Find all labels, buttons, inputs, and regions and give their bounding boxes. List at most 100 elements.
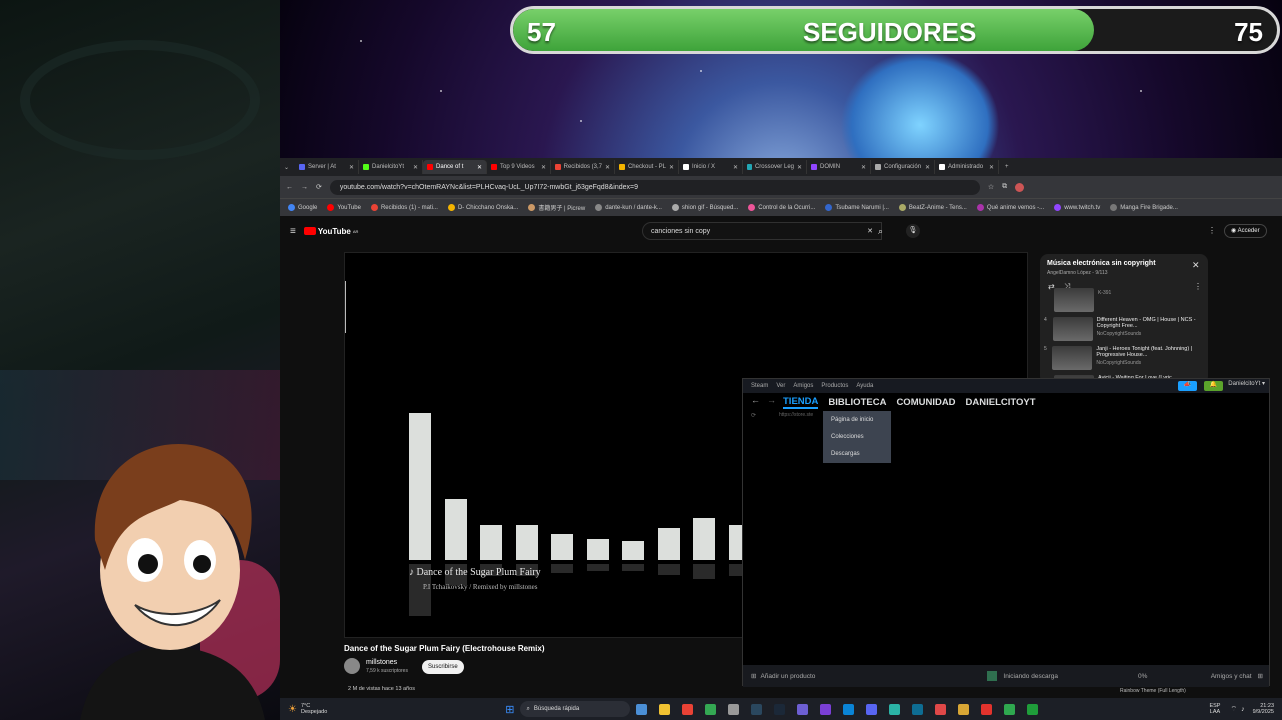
close-tab-icon[interactable]: ✕ bbox=[989, 164, 994, 171]
chrome-profile-icon[interactable] bbox=[705, 703, 717, 715]
download-status[interactable]: Iniciando descarga bbox=[1003, 673, 1058, 680]
bookmark-item[interactable]: www.twitch.tv bbox=[1054, 204, 1100, 211]
bookmark-item[interactable]: BeatZ-Anime - Tens... bbox=[898, 204, 967, 211]
signin-button[interactable]: ◉ Acceder bbox=[1224, 224, 1267, 238]
app-icon[interactable] bbox=[797, 703, 809, 715]
close-tab-icon[interactable]: ✕ bbox=[605, 164, 610, 171]
add-product-button[interactable]: Añadir un producto bbox=[760, 673, 815, 680]
browser-tab[interactable]: Top 9 Videos ✕ bbox=[487, 160, 552, 174]
obs-icon[interactable] bbox=[935, 703, 947, 715]
menu-icon[interactable]: ≡ bbox=[290, 226, 296, 237]
forward-icon[interactable]: → bbox=[767, 395, 776, 405]
close-tab-icon[interactable]: ✕ bbox=[413, 164, 418, 171]
chrome-alt-icon[interactable] bbox=[728, 703, 740, 715]
bookmark-item[interactable]: Recibidos (1) - mati... bbox=[370, 204, 438, 211]
back-icon[interactable]: ← bbox=[286, 184, 293, 191]
library-menu-item[interactable]: Descargas bbox=[823, 445, 891, 462]
bookmark-item[interactable]: D- Chicchano Onska... bbox=[447, 204, 518, 211]
library-menu-item[interactable]: Colecciones bbox=[823, 428, 891, 445]
bookmark-item[interactable]: dante-kun / dante-k... bbox=[595, 204, 662, 211]
bookmark-star-icon[interactable]: ☆ bbox=[988, 183, 994, 191]
weather-widget[interactable]: 7°C Despejado bbox=[301, 703, 327, 715]
subscribe-button[interactable]: Suscribirse bbox=[422, 660, 464, 674]
discord-icon[interactable] bbox=[866, 703, 878, 715]
steam-active-icon[interactable] bbox=[774, 703, 786, 715]
bookmark-item[interactable]: Control de la Ocurri... bbox=[748, 204, 815, 211]
channel-name[interactable]: millstones bbox=[366, 659, 397, 666]
close-tab-icon[interactable]: ✕ bbox=[925, 164, 930, 171]
close-tab-icon[interactable]: ✕ bbox=[733, 164, 738, 171]
steam-user[interactable]: DanielcitoYt ▾ bbox=[1228, 380, 1265, 387]
clear-search-icon[interactable]: ✕ bbox=[867, 227, 873, 235]
channel-avatar[interactable] bbox=[344, 658, 360, 674]
taskbar-search[interactable]: ⌕ Búsqueda rápida bbox=[520, 701, 631, 717]
browser-tab[interactable]: DanielcitoYt ✕ bbox=[359, 160, 424, 174]
playlist-item[interactable]: 4 Different Heaven - OMG | House | NCS - … bbox=[1044, 317, 1204, 344]
app2-icon[interactable] bbox=[958, 703, 970, 715]
steam-nav-danielcitoyt[interactable]: DANIELCITOYT bbox=[966, 397, 1036, 408]
wifi-icon[interactable]: ⌔ bbox=[1230, 705, 1237, 714]
bookmark-item[interactable]: 書籍男子 | Picrew bbox=[528, 203, 585, 212]
tab-list-icon[interactable]: ⌄ bbox=[284, 164, 289, 171]
chrome-icon[interactable] bbox=[682, 703, 694, 715]
broadcast-icon[interactable]: 📣 bbox=[1177, 381, 1197, 391]
start-icon[interactable]: ⊞ bbox=[505, 703, 514, 716]
close-tab-icon[interactable]: ✕ bbox=[861, 164, 866, 171]
clock[interactable]: 21:23 9/9/2025 bbox=[1253, 703, 1274, 715]
browser-tab[interactable]: DOMIN ✕ bbox=[807, 160, 872, 174]
steam-menu-productos[interactable]: Productos bbox=[821, 383, 848, 389]
browser-tab[interactable]: Configuración ✕ bbox=[871, 160, 936, 174]
bookmark-item[interactable]: shion gif - Búsqued... bbox=[671, 204, 738, 211]
browser-tab[interactable]: Dance of t ✕ bbox=[423, 160, 488, 174]
steam-menu-steam[interactable]: Steam bbox=[751, 383, 768, 389]
forward-icon[interactable]: → bbox=[301, 184, 308, 191]
xbox-icon[interactable] bbox=[1027, 703, 1039, 715]
youtube-logo[interactable]: YouTube AR bbox=[303, 227, 358, 236]
playlist-item[interactable]: 5 Janji - Heroes Tonight (feat. Johnning)… bbox=[1044, 346, 1204, 373]
steam-menu-amigos[interactable]: Amigos bbox=[793, 383, 813, 389]
steam-nav-biblioteca[interactable]: BIBLIOTECA bbox=[828, 397, 886, 408]
vscode-icon[interactable] bbox=[820, 703, 832, 715]
volume-icon[interactable]: ♪ bbox=[1241, 706, 1245, 713]
close-tab-icon[interactable]: ✕ bbox=[541, 164, 546, 171]
browser-tab[interactable]: Crossover Leg ✕ bbox=[743, 160, 808, 174]
language-indicator[interactable]: ESP LAA bbox=[1209, 703, 1220, 715]
playlist-item[interactable]: K-391 bbox=[1044, 288, 1204, 315]
photos-icon[interactable] bbox=[912, 703, 924, 715]
file-explorer-icon[interactable] bbox=[659, 703, 671, 715]
new-tab-icon[interactable]: + bbox=[1005, 164, 1009, 170]
bookmark-item[interactable]: YouTube bbox=[327, 204, 361, 211]
browser-tab[interactable]: Recibidos (3,7 ✕ bbox=[551, 160, 616, 174]
url-input[interactable]: youtube.com/watch?v=chOtemRAYNc&list=PLH… bbox=[329, 179, 980, 195]
back-icon[interactable]: ← bbox=[751, 395, 760, 405]
steam-menu-ver[interactable]: Ver bbox=[776, 383, 785, 389]
close-icon[interactable]: ✕ bbox=[1192, 260, 1200, 271]
steam-nav-comunidad[interactable]: COMUNIDAD bbox=[896, 397, 955, 408]
taskview-icon[interactable] bbox=[636, 703, 648, 715]
app4-icon[interactable] bbox=[1004, 703, 1016, 715]
browser-tab[interactable]: Inicio / X ✕ bbox=[679, 160, 744, 174]
search-icon[interactable]: ⌕ bbox=[878, 226, 883, 237]
notepad-icon[interactable] bbox=[889, 703, 901, 715]
friends-icon[interactable]: ⊞ bbox=[1258, 672, 1263, 680]
reload-icon[interactable]: ⟳ bbox=[316, 183, 322, 191]
extensions-icon[interactable]: ⧉ bbox=[1002, 183, 1007, 191]
add-icon[interactable]: ⊞ bbox=[751, 672, 756, 680]
bookmark-item[interactable]: Tsubame Narumi |... bbox=[825, 204, 889, 211]
reload-icon[interactable]: ⟳ bbox=[751, 412, 756, 419]
bookmark-item[interactable]: Google bbox=[288, 204, 317, 211]
steam-icon[interactable] bbox=[751, 703, 763, 715]
youtube-search-input[interactable]: canciones sin copy ✕ bbox=[642, 222, 882, 240]
close-tab-icon[interactable]: ✕ bbox=[477, 164, 482, 171]
profile-avatar[interactable] bbox=[1015, 182, 1025, 192]
close-tab-icon[interactable]: ✕ bbox=[797, 164, 802, 171]
friends-chat-button[interactable]: Amigos y chat bbox=[1211, 673, 1252, 680]
close-tab-icon[interactable]: ✕ bbox=[349, 164, 354, 171]
bookmark-item[interactable]: Manga Fire Brigade... bbox=[1110, 204, 1178, 211]
bookmark-item[interactable]: Qué anime vemos -... bbox=[976, 204, 1044, 211]
close-tab-icon[interactable]: ✕ bbox=[669, 164, 674, 171]
notification-bell-icon[interactable]: 🔔 bbox=[1203, 381, 1223, 391]
browser-tab[interactable]: Administrado ✕ bbox=[935, 160, 1000, 174]
steam-menu-ayuda[interactable]: Ayuda bbox=[856, 383, 873, 389]
more-options-icon[interactable]: ⋮ bbox=[1208, 226, 1216, 235]
